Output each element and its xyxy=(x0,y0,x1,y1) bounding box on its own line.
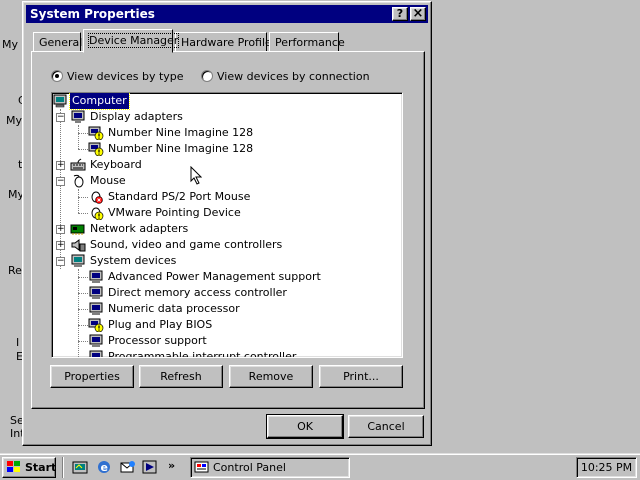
radio-view-by-type[interactable]: View devices by type xyxy=(51,69,184,83)
expand-icon[interactable]: + xyxy=(56,225,65,234)
tree-item-number-nine-2[interactable]: Number Nine Imagine 128 xyxy=(52,141,392,157)
system-clock[interactable]: 10:25 PM xyxy=(576,457,637,478)
taskbar: Start e » Control Panel 10:25 PM xyxy=(0,453,640,480)
help-button[interactable]: ? xyxy=(392,7,408,21)
title-bar[interactable]: System Properties ? × xyxy=(26,5,428,23)
tree-item-pnp-bios[interactable]: Plug and Play BIOS xyxy=(52,317,392,333)
mouse-cursor-icon xyxy=(190,166,202,185)
tree-item-processor-support[interactable]: Processor support xyxy=(52,333,392,349)
control-panel-icon xyxy=(194,461,209,473)
print-button[interactable]: Print... xyxy=(319,365,403,388)
collapse-icon[interactable]: − xyxy=(56,113,65,122)
desktop-icon-label-fragment[interactable]: I xyxy=(16,336,19,349)
computer-icon xyxy=(53,94,67,108)
mouse-warning-icon xyxy=(91,207,104,220)
window-title: System Properties xyxy=(30,7,155,21)
system-device-warning-icon xyxy=(88,318,104,332)
tree-item-system-devices[interactable]: − System devices xyxy=(52,253,392,269)
tree-item-ps2-mouse[interactable]: Standard PS/2 Port Mouse xyxy=(52,189,392,205)
keyboard-icon xyxy=(70,158,86,171)
sound-icon xyxy=(71,239,86,252)
desktop-icon-label-recycle-bin[interactable]: Re xyxy=(8,264,22,277)
system-device-icon xyxy=(89,302,103,315)
ok-button[interactable]: OK xyxy=(266,414,344,439)
tree-item-vmware-pointing[interactable]: VMware Pointing Device xyxy=(52,205,392,221)
expand-icon[interactable]: + xyxy=(56,161,65,170)
cancel-button[interactable]: Cancel xyxy=(348,415,424,438)
system-device-icon xyxy=(89,350,103,357)
tree-item-mouse[interactable]: − Mouse xyxy=(52,173,392,189)
collapse-icon[interactable]: − xyxy=(56,177,65,186)
tree-item-label: Computer xyxy=(69,93,130,110)
display-warning-icon xyxy=(88,126,104,140)
svg-text:e: e xyxy=(101,461,108,474)
outlook-express-icon[interactable] xyxy=(120,459,136,475)
tab-general[interactable]: General xyxy=(33,32,82,52)
radio-indicator-checked[interactable] xyxy=(51,70,63,82)
windows-logo-icon xyxy=(7,461,20,472)
tab-hardware-profiles[interactable]: Hardware Profiles xyxy=(175,32,278,52)
tab-device-manager[interactable]: Device Manager xyxy=(83,29,180,53)
refresh-button[interactable]: Refresh xyxy=(139,365,223,388)
monitor-icon xyxy=(71,110,85,123)
system-device-icon xyxy=(89,286,103,299)
system-properties-dialog: System Properties ? × General Device Man… xyxy=(22,1,432,446)
tree-item-keyboard[interactable]: + Keyboard xyxy=(52,157,392,173)
radio-view-by-connection[interactable]: View devices by connection xyxy=(201,69,370,83)
tree-item-sound-video-game[interactable]: + Sound, video and game controllers xyxy=(52,237,392,253)
system-icon xyxy=(71,254,85,267)
system-device-icon xyxy=(89,334,103,347)
network-icon xyxy=(70,224,85,235)
display-warning-icon xyxy=(88,142,104,156)
tree-item-dma-controller[interactable]: Direct memory access controller xyxy=(52,285,392,301)
remove-button[interactable]: Remove xyxy=(229,365,313,388)
tree-item-pic[interactable]: Programmable interrupt controller xyxy=(52,349,392,357)
taskbar-item-control-panel[interactable]: Control Panel xyxy=(190,457,350,478)
show-desktop-icon[interactable] xyxy=(72,459,88,475)
tab-performance[interactable]: Performance xyxy=(269,32,345,52)
properties-button[interactable]: Properties xyxy=(50,365,134,388)
mouse-icon xyxy=(73,174,84,188)
tree-item-computer[interactable]: Computer xyxy=(52,93,392,110)
desktop-icon-label-my-computer[interactable]: My xyxy=(6,114,22,127)
quick-launch-more-button[interactable]: » xyxy=(168,459,175,472)
internet-explorer-icon[interactable]: e xyxy=(96,459,112,475)
tree-item-numeric-processor[interactable]: Numeric data processor xyxy=(52,301,392,317)
tree-item-apm-support[interactable]: Advanced Power Management support xyxy=(52,269,392,285)
device-tree[interactable]: Computer − Display adapters Number Nine … xyxy=(51,92,403,358)
tree-item-display-adapters[interactable]: − Display adapters xyxy=(52,109,392,125)
radio-indicator[interactable] xyxy=(201,70,213,82)
start-button[interactable]: Start xyxy=(2,457,56,478)
collapse-icon[interactable]: − xyxy=(56,257,65,266)
tree-item-network-adapters[interactable]: + Network adapters xyxy=(52,221,392,237)
close-button[interactable]: × xyxy=(410,7,426,21)
expand-icon[interactable]: + xyxy=(56,241,65,250)
tree-item-number-nine-1[interactable]: Number Nine Imagine 128 xyxy=(52,125,392,141)
channels-icon[interactable] xyxy=(142,459,158,475)
system-device-icon xyxy=(89,270,103,283)
mouse-disabled-icon xyxy=(91,191,103,204)
